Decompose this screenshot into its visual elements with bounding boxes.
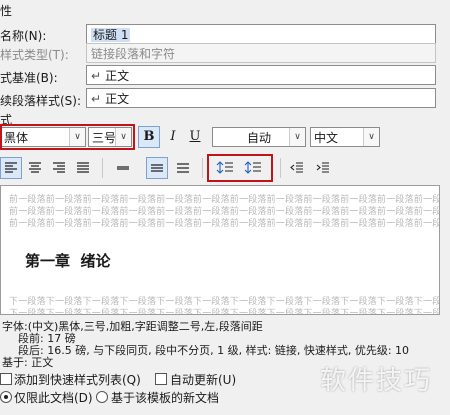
add-quick-style-label[interactable]: 添加到快速样式列表(Q)	[14, 371, 141, 388]
italic-button[interactable]: I	[162, 126, 184, 148]
font-color-value: 自动	[246, 131, 271, 145]
chevron-down-icon[interactable]: ∨	[289, 128, 305, 146]
style-type-value: 链接段落和字符	[91, 47, 176, 61]
paragraph-mark-icon: ↵	[91, 92, 102, 106]
based-on-value: 正文	[105, 69, 130, 83]
name-value: 标题 1	[91, 28, 131, 42]
align-right-button[interactable]	[48, 157, 70, 179]
properties-heading: 性	[0, 4, 13, 18]
align-left-button[interactable]	[0, 157, 22, 179]
new-documents-radio[interactable]	[96, 391, 108, 403]
add-quick-style-checkbox[interactable]	[0, 373, 12, 385]
description-line: 基于: 正文	[2, 356, 54, 369]
only-this-document-radio[interactable]	[0, 391, 12, 403]
script-combo[interactable]: 中文 ∨	[310, 127, 380, 147]
toolbar-divider	[202, 158, 203, 178]
style-type-dropdown: 链接段落和字符	[86, 43, 436, 63]
toolbar-divider	[102, 158, 103, 178]
double-spacing-icon	[177, 163, 189, 173]
align-center-icon	[29, 162, 41, 173]
align-right-icon	[53, 162, 65, 173]
following-style-dropdown[interactable]: ↵ 正文	[86, 88, 436, 108]
single-spacing-button[interactable]	[112, 157, 134, 179]
spacing-highlight-box	[207, 154, 273, 182]
justify-icon	[77, 162, 89, 173]
double-spacing-button[interactable]	[172, 157, 194, 179]
based-on-label: 式基准(B):	[0, 71, 58, 85]
following-style-label: 续段落样式(S):	[0, 94, 82, 108]
based-on-dropdown[interactable]: ↵ 正文	[86, 65, 436, 85]
script-value: 中文	[314, 131, 339, 145]
font-highlight-box	[0, 124, 135, 150]
decrease-indent-icon	[290, 162, 303, 173]
bold-button[interactable]: B	[138, 126, 160, 148]
next-paragraph-text: 下一段落下一段落下一段落下一段落下一段落下一段落下一段落下一段落下一段落下一段落…	[9, 309, 440, 315]
watermark: 软件技巧	[320, 366, 433, 396]
one-half-spacing-button[interactable]	[146, 157, 168, 179]
font-color-combo[interactable]: 自动 ∨	[212, 127, 306, 147]
decrease-indent-button[interactable]	[286, 157, 308, 179]
previous-paragraph-text: 前一段落前一段落前一段落前一段落前一段落前一段落前一段落前一段落前一段落前一段落…	[9, 219, 440, 229]
increase-indent-button[interactable]	[312, 157, 334, 179]
underline-button[interactable]: U	[184, 126, 206, 148]
one-half-spacing-icon	[151, 164, 163, 172]
paragraph-mark-icon: ↵	[91, 69, 102, 83]
auto-update-label[interactable]: 自动更新(U)	[170, 371, 236, 388]
name-field[interactable]: 标题 1	[86, 24, 436, 44]
description-line: 段后: 16.5 磅, 与下段同页, 段中不分页, 1 级, 样式: 链接, 快…	[18, 344, 410, 357]
single-spacing-icon	[117, 166, 129, 170]
increase-indent-icon	[316, 162, 329, 173]
following-style-value: 正文	[105, 92, 130, 106]
align-left-icon	[5, 162, 17, 173]
preview-sample-text: 第一章 绪论	[25, 252, 111, 270]
new-documents-label[interactable]: 基于该模板的新文档	[111, 389, 219, 406]
auto-update-checkbox[interactable]	[155, 373, 167, 385]
justify-button[interactable]	[72, 157, 94, 179]
toolbar-divider	[280, 158, 281, 178]
name-label: 名称(N):	[0, 29, 47, 43]
only-this-document-label[interactable]: 仅限此文档(D)	[14, 389, 93, 406]
style-preview: 前一段落前一段落前一段落前一段落前一段落前一段落前一段落前一段落前一段落前一段落…	[0, 185, 440, 315]
chevron-down-icon[interactable]: ∨	[363, 128, 379, 146]
align-center-button[interactable]	[24, 157, 46, 179]
style-type-label: 样式类型(T):	[0, 48, 69, 62]
